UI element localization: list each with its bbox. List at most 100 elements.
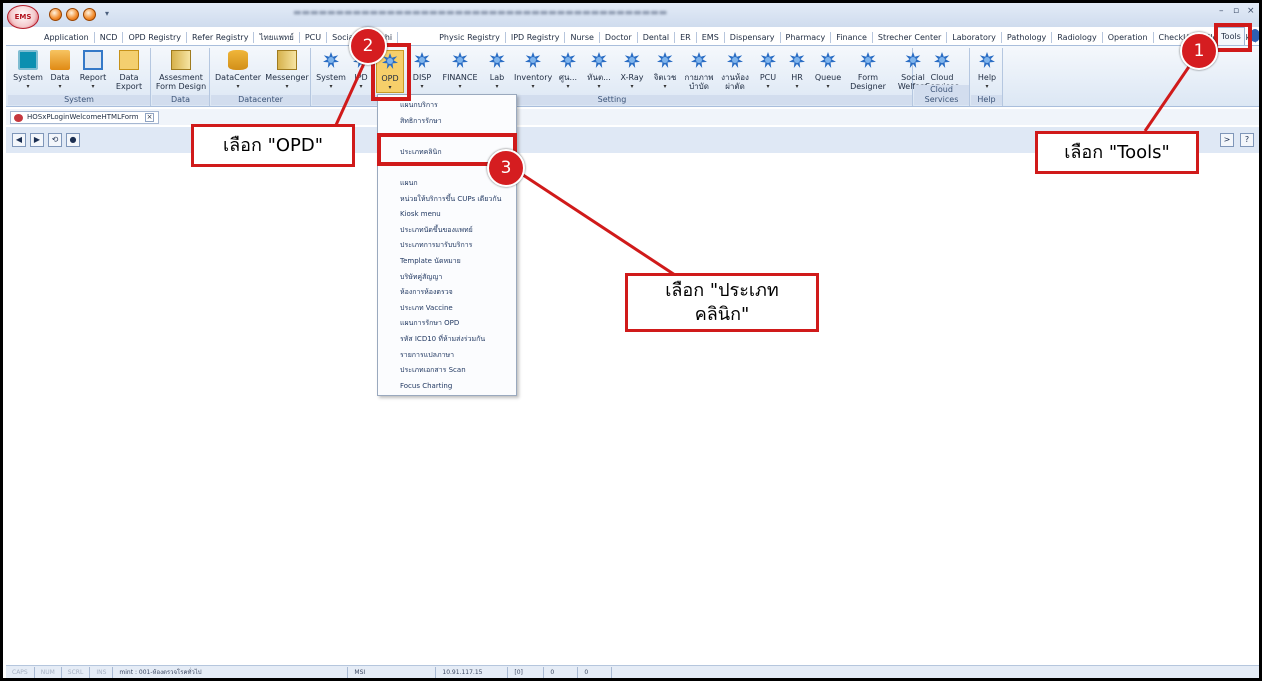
opd-menu-item[interactable]: สิทธิการรักษา xyxy=(378,114,516,130)
menu-tab[interactable]: Pharmacy xyxy=(781,31,832,43)
tab-welcome-form[interactable]: HOSxPLoginWelcomeHTMLForm × xyxy=(10,111,160,124)
opd-menu-item[interactable]: Kiosk menu xyxy=(378,207,516,223)
menu-tab[interactable]: Application xyxy=(39,31,95,43)
save-icon[interactable] xyxy=(49,8,62,21)
stop-button[interactable]: ● xyxy=(66,133,80,147)
close-tab-icon[interactable]: × xyxy=(144,113,155,122)
setting-button-label: ศูน... xyxy=(558,73,578,82)
setting-item-button[interactable]: X-Ray ▾ xyxy=(617,50,647,91)
setting-item-button[interactable]: PCU ▾ xyxy=(755,50,781,91)
ribbon-group-datacenter: DataCenter ▾ Messenger ▾ Datacenter xyxy=(211,48,311,106)
setting-item-button[interactable]: งานห้อง ผ่าตัด xyxy=(718,50,752,91)
menu-tab[interactable]: Dental xyxy=(638,31,676,43)
menu-tab[interactable]: Strecher Center xyxy=(873,31,948,43)
cloud-services-icon xyxy=(932,50,952,70)
refresh-button[interactable]: ⟲ xyxy=(48,133,62,147)
setting-gear-icon xyxy=(725,50,745,70)
data-button[interactable]: Data ▾ xyxy=(46,50,74,91)
messenger-button-label: Messenger xyxy=(265,73,309,82)
export-icon xyxy=(119,50,139,70)
dropdown-arrow-icon: ▾ xyxy=(826,83,830,90)
system-button[interactable]: System ▾ xyxy=(12,50,44,91)
setting-item-button[interactable]: FINANCE ▾ xyxy=(440,50,480,91)
help-button[interactable]: Help ▾ xyxy=(974,50,1000,91)
expand-button[interactable]: > xyxy=(1220,133,1234,147)
menu-tab[interactable]: Dispensary xyxy=(725,31,781,43)
opd-menu-item[interactable]: รายการแปลภาษา xyxy=(378,348,516,364)
menu-tab[interactable]: Doctor xyxy=(600,31,638,43)
menu-tab[interactable]: Refer Registry xyxy=(187,31,255,43)
opd-menu-item[interactable]: ห้องการห้องตรวจ xyxy=(378,285,516,301)
opd-menu-item[interactable]: Focus Charting xyxy=(378,379,516,395)
menu-tab[interactable]: Nurse xyxy=(565,31,600,43)
status-caps: CAPS xyxy=(6,666,35,678)
assessment-form-design-button[interactable]: Assesment Form Design xyxy=(154,50,208,91)
menu-tab[interactable]: Finance xyxy=(831,31,873,43)
help-nav-button[interactable]: ? xyxy=(1240,133,1254,147)
app-logo-icon[interactable]: EMS xyxy=(7,5,39,29)
title-bar: EMS ▾ ▬▬▬▬▬▬▬▬▬▬▬▬▬▬▬▬▬▬▬▬▬▬▬▬▬▬▬▬▬▬▬▬▬▬… xyxy=(3,3,1259,29)
menu-tab[interactable]: Radiology xyxy=(1052,31,1103,43)
opd-menu-item[interactable]: รหัส ICD10 ที่ห้ามส่งร่วมกัน xyxy=(378,332,516,348)
setting-item-button[interactable]: DISP ▾ xyxy=(407,50,437,91)
menu-tab[interactable]: Physic Registry xyxy=(434,31,506,43)
setting-gear-icon xyxy=(589,50,609,70)
menu-tab[interactable]: Pathology xyxy=(1002,31,1053,43)
report-button[interactable]: Report ▾ xyxy=(76,50,110,91)
opd-menu-item[interactable]: ประเภทการมารับบริการ xyxy=(378,238,516,254)
setting-gear-icon xyxy=(558,50,578,70)
datacenter-button[interactable]: DataCenter ▾ xyxy=(215,50,261,91)
setting-item-button[interactable]: System ▾ xyxy=(316,50,346,91)
menu-tab[interactable]: ER xyxy=(675,31,697,43)
dropdown-arrow-icon: ▾ xyxy=(91,83,95,90)
group-label-help: Help xyxy=(971,95,1002,105)
setting-item-button[interactable]: Inventory ▾ xyxy=(514,50,552,91)
maximize-button[interactable]: ▫ xyxy=(1233,6,1239,16)
setting-button-label: FINANCE xyxy=(442,73,478,82)
opd-menu-item[interactable]: แผนการรักษา OPD xyxy=(378,316,516,332)
callout-select-tools: เลือก "Tools" xyxy=(1035,131,1199,174)
back-button[interactable]: ◀ xyxy=(12,133,26,147)
setting-item-button[interactable]: Form Designer xyxy=(846,50,890,91)
menu-tab[interactable]: Operation xyxy=(1103,31,1154,43)
menu-tab[interactable]: OPD Registry xyxy=(123,31,188,43)
menu-tab[interactable]: EMS xyxy=(697,31,725,43)
close-button[interactable]: × xyxy=(1247,6,1255,16)
setting-item-button[interactable]: ศูน... ▾ xyxy=(555,50,581,91)
menu-tab[interactable]: ไทยแพทย์ xyxy=(254,31,300,43)
menu-tab[interactable]: PCU xyxy=(300,31,328,43)
messenger-button[interactable]: Messenger ▾ xyxy=(265,50,309,91)
menu-tab[interactable]: IPD Registry xyxy=(506,31,566,43)
data-export-button-label: Data Export xyxy=(115,73,143,91)
opd-menu-item[interactable]: ประเภทเอกสาร Scan xyxy=(378,363,516,379)
setting-item-button[interactable]: HR ▾ xyxy=(784,50,810,91)
group-label-system: System xyxy=(8,95,150,105)
ribbon-group-data: Assesment Form Design Data xyxy=(152,48,210,106)
tab-welcome-form-label: HOSxPLoginWelcomeHTMLForm xyxy=(27,113,139,121)
setting-item-button[interactable]: Lab ▾ xyxy=(483,50,511,91)
quick-access-dropdown-icon[interactable]: ▾ xyxy=(105,9,109,18)
data-export-button[interactable]: Data Export xyxy=(112,50,146,91)
setting-item-button[interactable]: ทันต... ▾ xyxy=(584,50,614,91)
menu-tab[interactable]: Laboratory xyxy=(947,31,1002,43)
setting-item-button[interactable]: Queue ▾ xyxy=(813,50,843,91)
data-button-label: Data xyxy=(50,73,70,82)
opd-menu-item[interactable]: หน่วยให้บริการขึ้น CUPs เดียวกัน xyxy=(378,192,516,208)
opd-menu-item[interactable]: ประเภทนัดขึ้นของแพทย์ xyxy=(378,223,516,239)
report-button-label: Report xyxy=(79,73,107,82)
opd-menu-item[interactable]: Template นัดหมาย xyxy=(378,254,516,270)
dropdown-arrow-icon: ▾ xyxy=(630,83,634,90)
forward-button[interactable]: ▶ xyxy=(30,133,44,147)
minimize-button[interactable]: – xyxy=(1219,6,1224,16)
setting-gear-icon xyxy=(622,50,642,70)
opd-menu-item[interactable]: ประเภท Vaccine xyxy=(378,301,516,317)
alert-icon[interactable] xyxy=(83,8,96,21)
setting-item-button[interactable]: กายภาพ บำบัด xyxy=(683,50,715,91)
dropdown-arrow-icon: ▾ xyxy=(795,83,799,90)
menu-tab[interactable]: NCD xyxy=(95,31,124,43)
setting-item-button[interactable]: จิตเวช ▾ xyxy=(650,50,680,91)
group-label-datacenter: Datacenter xyxy=(211,95,310,105)
highlight-tools xyxy=(1214,23,1252,52)
home-icon[interactable] xyxy=(66,8,79,21)
opd-menu-item[interactable]: บริษัทคู่สัญญา xyxy=(378,270,516,286)
